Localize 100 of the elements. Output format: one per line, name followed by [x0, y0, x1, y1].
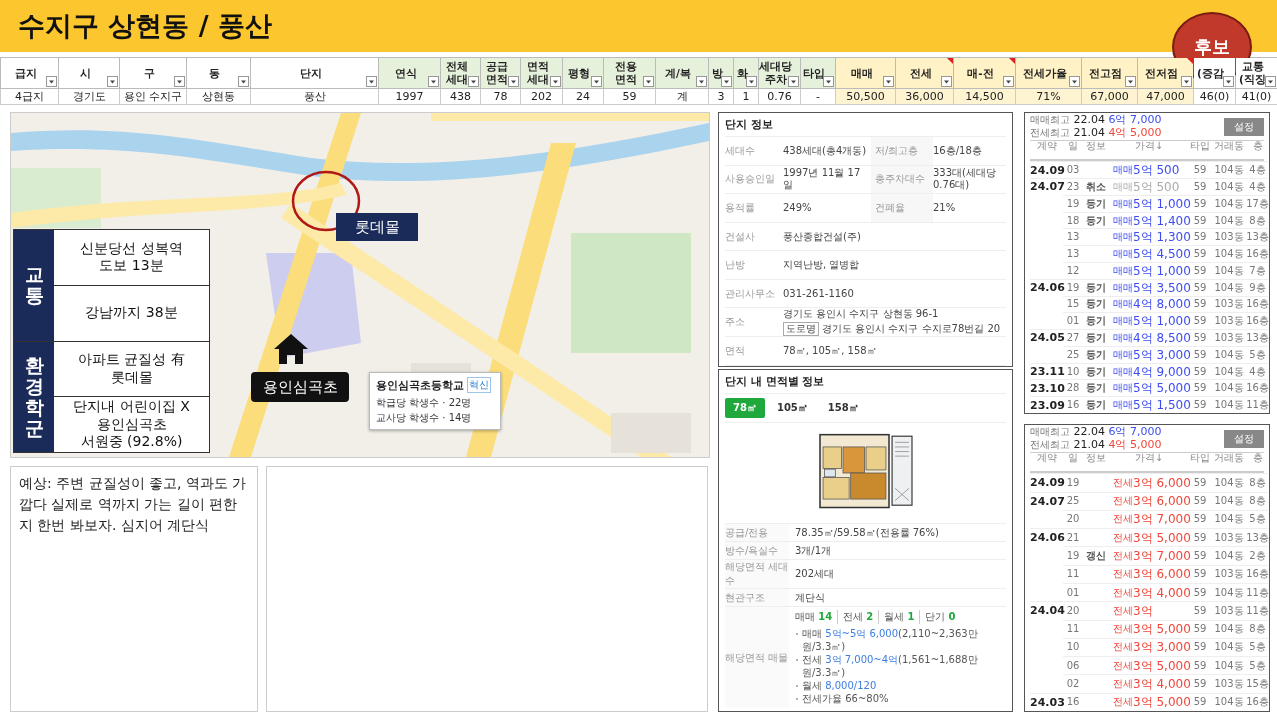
table-cell: 16층 [1247, 312, 1268, 330]
filter-dropdown-icon[interactable] [823, 76, 834, 87]
filter-dropdown-icon[interactable] [468, 76, 479, 87]
filter-dropdown-icon[interactable] [107, 76, 118, 87]
table-cell: 11층 [1247, 601, 1268, 620]
table-cell: 103동 [1211, 329, 1247, 346]
filter-dropdown-icon[interactable] [428, 76, 439, 87]
summary-cell: 단지내 어린이집 X 용인심곡초 서원중 (92.8%) [54, 396, 209, 452]
column-label: 정보 [1085, 141, 1107, 154]
info-value: 21% [933, 201, 957, 214]
filter-dropdown-icon[interactable] [591, 76, 602, 87]
table-cell: 19 [1063, 473, 1083, 492]
filter-dropdown-icon[interactable] [788, 76, 799, 87]
filter-dropdown-icon[interactable] [1069, 76, 1080, 87]
column-label: 가격↓ [1133, 141, 1165, 154]
table-cell: 103동 [1211, 228, 1247, 246]
price-text: 매매5억 1,300 [1109, 228, 1189, 246]
table-cell: 78 [480, 88, 521, 105]
filter-dropdown-icon[interactable] [238, 76, 249, 87]
table-cell: 15층 [1247, 674, 1268, 693]
section-heading: 교통 [14, 230, 54, 341]
listing-line: 전세 3억 7,000~4억(1,561~1,688만원/3.3㎡) [795, 653, 1006, 679]
column-label: 타입 [1189, 453, 1211, 466]
filter-dropdown-icon[interactable] [696, 76, 707, 87]
table-cell: 59 [1189, 261, 1211, 279]
price-text: 전세3억 3,000 [1109, 637, 1189, 657]
table-cell: 7층 [1247, 261, 1268, 279]
table-cell: 24.07 [1030, 491, 1063, 510]
info-value: 031-261-1160 [783, 287, 855, 300]
table-cell: 11 [1063, 619, 1083, 638]
settings-button[interactable]: 설정 [1224, 117, 1264, 136]
table-cell: 59 [1189, 692, 1211, 711]
filter-dropdown-icon[interactable] [550, 76, 561, 87]
column-label: 거래동 [1213, 453, 1245, 466]
price-text: 전세3억 4,000 [1109, 674, 1189, 693]
spec-label: 방수/욕실수 [725, 542, 789, 559]
table-cell: 202 [520, 88, 563, 105]
area-tab[interactable]: 158㎡ [819, 398, 867, 418]
table-cell: 104동 [1211, 194, 1247, 212]
table-cell: 103동 [1211, 601, 1247, 620]
filter-dropdown-icon[interactable] [746, 76, 757, 87]
filter-dropdown-icon[interactable] [1223, 76, 1234, 87]
filter-dropdown-icon[interactable] [366, 76, 377, 87]
table-cell: 24.09 [1030, 161, 1063, 179]
column-label: 연식 [394, 66, 417, 80]
table-cell: 9층 [1247, 278, 1268, 296]
info-value: 16층/18층 [933, 144, 983, 157]
table-cell: 104동 [1211, 362, 1247, 380]
column-label: 타입 [1189, 141, 1211, 154]
column-label: 방 [711, 66, 723, 80]
info-value: 경기도 용인시 수지구 수지로78번길 20 [822, 323, 1001, 336]
info-label: 사용승인일 [725, 172, 776, 187]
table-cell: 24.03 [1030, 692, 1063, 711]
column-label: 화 [736, 66, 748, 80]
price-text: 매매5억 500 [1109, 161, 1189, 179]
spec-label: 해당면적 매물 [725, 607, 789, 708]
table-cell: 20 [1063, 509, 1083, 529]
filter-dropdown-icon[interactable] [1265, 76, 1276, 87]
settings-button[interactable]: 설정 [1224, 429, 1264, 448]
table-cell: 24.05 [1030, 329, 1063, 346]
table-cell: 등기 [1083, 312, 1109, 330]
table-cell: 0.76 [758, 88, 801, 105]
filter-dropdown-icon[interactable] [883, 76, 894, 87]
table-cell: 2층 [1247, 546, 1268, 565]
filter-dropdown-icon[interactable] [508, 76, 519, 87]
price-text: 매매4억 8,000 [1109, 295, 1189, 313]
table-cell: 17층 [1247, 194, 1268, 212]
table-cell: 103동 [1211, 528, 1247, 547]
info-label: 저/최고층 [871, 137, 933, 165]
column-label: 정보 [1085, 453, 1107, 466]
table-cell: - [800, 88, 836, 105]
filter-dropdown-icon[interactable] [721, 76, 732, 87]
info-value: 438세대(총4개동) [783, 144, 868, 157]
table-cell: 11층 [1247, 582, 1268, 602]
filter-dropdown-icon[interactable] [174, 76, 185, 87]
filter-dropdown-icon[interactable] [1181, 76, 1192, 87]
filter-dropdown-icon[interactable] [1125, 76, 1136, 87]
info-label: 용적률 [725, 200, 756, 215]
filter-dropdown-icon[interactable] [643, 76, 654, 87]
table-cell: 104동 [1211, 161, 1247, 179]
place-label: 롯데몰 [336, 213, 418, 241]
filter-dropdown-icon[interactable] [46, 76, 57, 87]
column-label: 타입 [803, 66, 825, 80]
price-text: 매매4억 9,000 [1109, 362, 1189, 380]
filter-dropdown-icon[interactable] [1003, 76, 1014, 87]
price-text: 전세3억 5,000 [1109, 619, 1189, 638]
table-cell: 59 [1189, 491, 1211, 510]
info-label: 면적 [725, 344, 746, 359]
table-cell: 59 [1189, 509, 1211, 529]
area-tab[interactable]: 105㎡ [768, 398, 816, 418]
spec-label: 현관구조 [725, 589, 789, 606]
area-tab[interactable]: 78㎡ [725, 398, 765, 418]
table-cell: 104동 [1211, 656, 1247, 675]
price-text: 매매5억 1,000 [1109, 312, 1189, 330]
table-cell: 59 [1189, 619, 1211, 638]
column-label: 거래동 [1213, 141, 1245, 154]
table-cell: 16층 [1247, 245, 1268, 262]
price-text: 매매5억 1,000 [1109, 194, 1189, 212]
filter-dropdown-icon[interactable] [941, 76, 952, 87]
table-cell: 03 [1063, 161, 1083, 179]
